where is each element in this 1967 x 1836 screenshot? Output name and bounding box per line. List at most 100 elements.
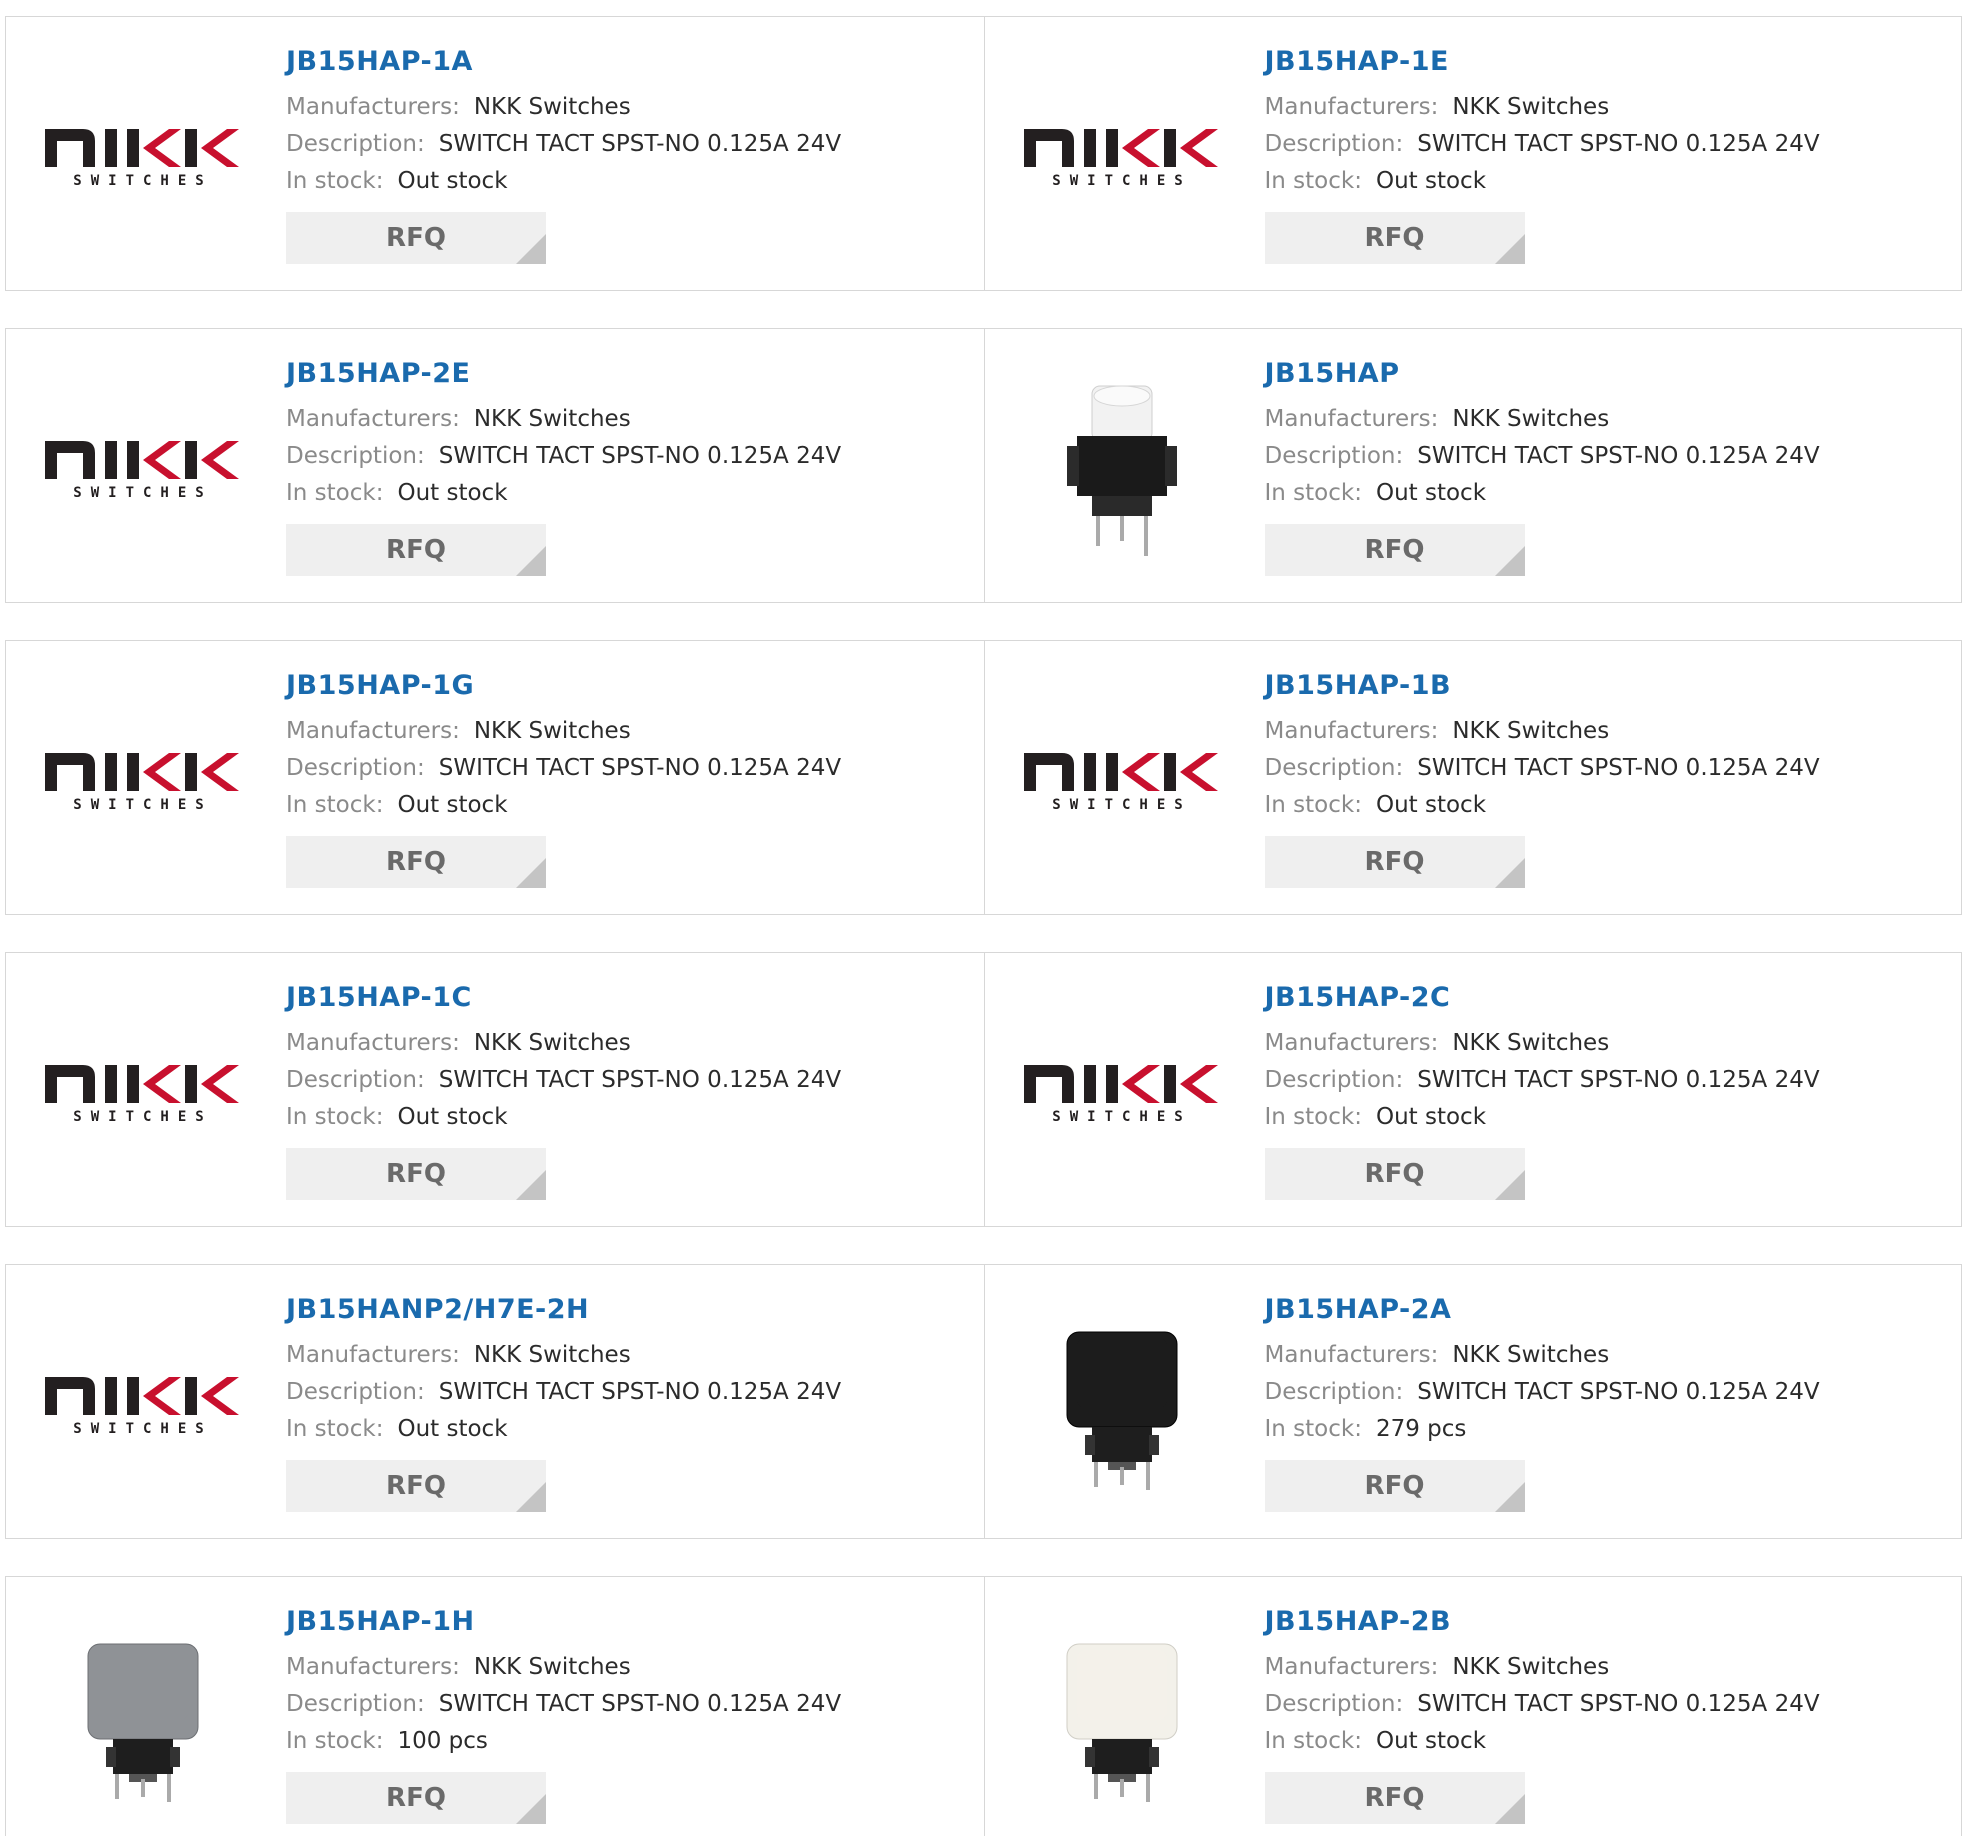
description-row: Description: SWITCH TACT SPST-NO 0.125A 2… [1265, 1374, 1952, 1411]
part-number-link[interactable]: JB15HAP-2E [286, 357, 974, 391]
corner-triangle-icon [516, 858, 546, 888]
rfq-button[interactable]: RFQ [1264, 1460, 1525, 1512]
stock-value: Out stock [397, 480, 508, 506]
rfq-button[interactable]: RFQ [1264, 524, 1525, 576]
product-card: SWITCHES JB15HAP-1G Manufacturers: NKK Sw… [6, 641, 984, 914]
product-card: SWITCHES JB15HANP2/H7E-2H Manufacturers:… [6, 1265, 984, 1538]
rfq-button[interactable]: RFQ [286, 524, 546, 576]
stock-value: Out stock [397, 1416, 508, 1442]
description-row: Description: SWITCH TACT SPST-NO 0.125A 2… [1265, 1062, 1952, 1099]
description-row: Description: SWITCH TACT SPST-NO 0.125A 2… [1265, 750, 1952, 787]
stock-label: In stock: [286, 792, 384, 818]
product-image[interactable]: SWITCHES [43, 1302, 243, 1502]
manufacturer-row: Manufacturers: NKK Switches [286, 1649, 974, 1686]
manufacturer-label: Manufacturers: [1264, 1342, 1439, 1368]
stock-label: In stock: [1264, 168, 1362, 194]
manufacturer-row: Manufacturers: NKK Switches [1265, 1649, 1952, 1686]
rfq-label: RFQ [386, 1471, 446, 1501]
rfq-button[interactable]: RFQ [1264, 1772, 1525, 1824]
corner-triangle-icon [1494, 1170, 1525, 1200]
product-image[interactable] [1022, 1302, 1222, 1502]
stock-label: In stock: [1264, 1416, 1362, 1442]
part-number-link[interactable]: JB15HAP-1G [286, 669, 974, 703]
stock-value: Out stock [397, 792, 508, 818]
rfq-label: RFQ [386, 535, 446, 565]
product-info: JB15HAP-2E Manufacturers: NKK Switches De… [286, 357, 974, 576]
product-image[interactable]: SWITCHES [43, 54, 243, 254]
product-card: SWITCHES JB15HAP-1E Manufacturers: NKK Sw… [983, 17, 1962, 290]
product-image[interactable]: SWITCHES [43, 990, 243, 1190]
manufacturer-label: Manufacturers: [286, 718, 460, 744]
product-image[interactable] [43, 1614, 243, 1814]
rfq-button[interactable]: RFQ [1264, 212, 1525, 264]
manufacturer-value: NKK Switches [473, 406, 631, 432]
product-image[interactable] [1022, 366, 1222, 566]
product-info: JB15HANP2/H7E-2H Manufacturers: NKK Switc… [286, 1293, 974, 1512]
manufacturer-value: NKK Switches [473, 1030, 631, 1056]
product-image[interactable]: SWITCHES [1022, 990, 1222, 1190]
part-number-link[interactable]: JB15HAP-2C [1265, 981, 1952, 1015]
product-image[interactable]: SWITCHES [43, 678, 243, 878]
product-card: JB15HAP-2B Manufacturers: NKK Switches De… [983, 1577, 1962, 1836]
nkk-logo-icon: SWITCHES [45, 1377, 239, 1437]
rfq-button[interactable]: RFQ [1264, 1148, 1525, 1200]
manufacturer-label: Manufacturers: [286, 94, 460, 120]
description-row: Description: SWITCH TACT SPST-NO 0.125A 2… [286, 126, 974, 163]
description-row: Description: SWITCH TACT SPST-NO 0.125A 2… [286, 1374, 974, 1411]
rfq-button[interactable]: RFQ [286, 836, 546, 888]
svg-text:SWITCHES: SWITCHES [73, 173, 212, 189]
stock-row: In stock: Out stock [286, 163, 974, 200]
part-number-link[interactable]: JB15HANP2/H7E-2H [286, 1293, 974, 1327]
product-image[interactable]: SWITCHES [1022, 678, 1222, 878]
part-number-link[interactable]: JB15HAP-2B [1265, 1605, 1952, 1639]
rfq-button[interactable]: RFQ [286, 1772, 546, 1824]
product-row: SWITCHES JB15HAP-1G Manufacturers: NKK Sw… [5, 640, 1962, 915]
product-row: SWITCHES JB15HAP-2E Manufacturers: NKK Sw… [5, 328, 1962, 603]
product-info: JB15HAP-1E Manufacturers: NKK Switches De… [1264, 45, 1952, 264]
description-value: SWITCH TACT SPST-NO 0.125A 24V [438, 1379, 842, 1405]
part-number-link[interactable]: JB15HAP-2A [1265, 1293, 1952, 1327]
part-number-link[interactable]: JB15HAP-1A [286, 45, 974, 79]
product-image[interactable]: SWITCHES [1022, 54, 1222, 254]
description-label: Description: [286, 131, 425, 157]
rfq-button[interactable]: RFQ [286, 1148, 546, 1200]
part-number-link[interactable]: JB15HAP-1H [286, 1605, 974, 1639]
part-number-link[interactable]: JB15HAP-1E [1265, 45, 1952, 79]
part-number-link[interactable]: JB15HAP [1265, 357, 1952, 391]
rfq-button[interactable]: RFQ [286, 1460, 546, 1512]
part-number-link[interactable]: JB15HAP-1B [1265, 669, 1952, 703]
nkk-logo-icon: SWITCHES [1023, 1065, 1218, 1125]
rfq-button[interactable]: RFQ [286, 212, 546, 264]
description-label: Description: [1264, 1379, 1404, 1405]
manufacturer-label: Manufacturers: [286, 1342, 460, 1368]
stock-value: Out stock [397, 168, 508, 194]
product-info: JB15HAP-2B Manufacturers: NKK Switches De… [1264, 1605, 1952, 1824]
product-card: JB15HAP-2A Manufacturers: NKK Switches De… [983, 1265, 1962, 1538]
svg-text:SWITCHES: SWITCHES [73, 797, 212, 813]
product-info: JB15HAP-1C Manufacturers: NKK Switches De… [286, 981, 974, 1200]
part-number-link[interactable]: JB15HAP-1C [286, 981, 974, 1015]
manufacturer-label: Manufacturers: [286, 1030, 460, 1056]
stock-row: In stock: Out stock [286, 1099, 974, 1136]
product-image[interactable]: SWITCHES [43, 366, 243, 566]
stock-row: In stock: 100 pcs [286, 1723, 974, 1760]
product-card: SWITCHES JB15HAP-2E Manufacturers: NKK Sw… [6, 329, 984, 602]
rfq-button[interactable]: RFQ [1264, 836, 1525, 888]
description-row: Description: SWITCH TACT SPST-NO 0.125A 2… [1265, 438, 1952, 475]
description-value: SWITCH TACT SPST-NO 0.125A 24V [1417, 443, 1820, 469]
product-info: JB15HAP-1G Manufacturers: NKK Switches De… [286, 669, 974, 888]
rfq-label: RFQ [1364, 223, 1425, 253]
product-row: SWITCHES JB15HAP-1A Manufacturers: NKK Sw… [5, 16, 1962, 291]
product-info: JB15HAP-1H Manufacturers: NKK Switches De… [286, 1605, 974, 1824]
svg-text:SWITCHES: SWITCHES [73, 1109, 212, 1125]
stock-value: Out stock [397, 1104, 508, 1130]
product-card: SWITCHES JB15HAP-1B Manufacturers: NKK Sw… [983, 641, 1962, 914]
stock-label: In stock: [1264, 1728, 1362, 1754]
stock-row: In stock: Out stock [286, 475, 974, 512]
product-image[interactable] [1022, 1614, 1222, 1814]
product-row: SWITCHES JB15HANP2/H7E-2H Manufacturers:… [5, 1264, 1962, 1539]
manufacturer-row: Manufacturers: NKK Switches [1265, 1337, 1952, 1374]
nkk-logo-icon: SWITCHES [1023, 753, 1218, 813]
product-card: JB15HAP Manufacturers: NKK Switches Descr… [983, 329, 1962, 602]
manufacturer-value: NKK Switches [473, 1654, 631, 1680]
